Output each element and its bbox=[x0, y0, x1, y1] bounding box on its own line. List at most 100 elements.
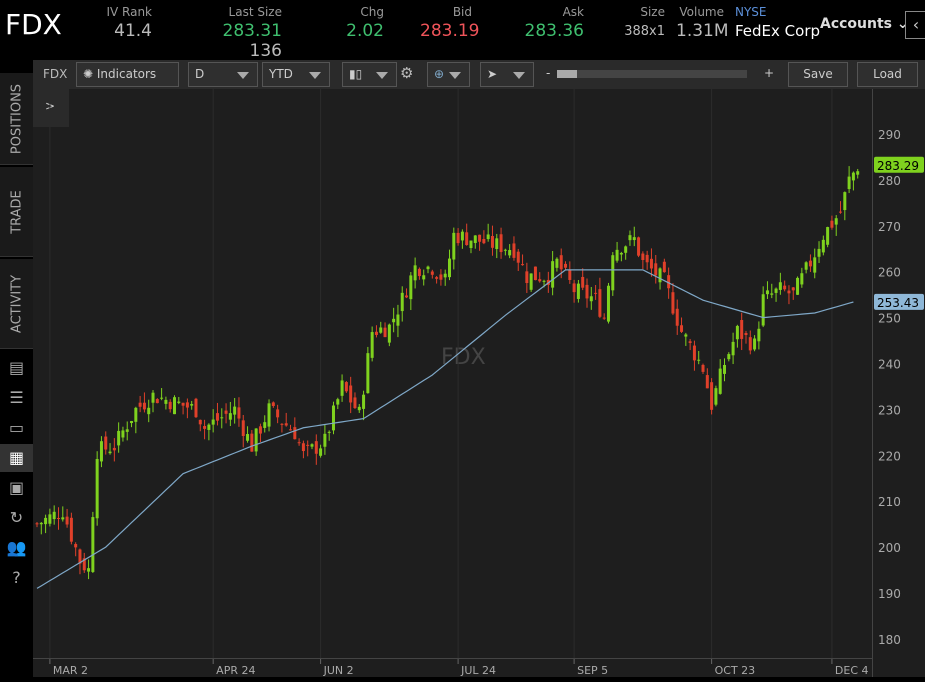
news-icon[interactable]: ▤ bbox=[0, 354, 33, 382]
candle-body bbox=[586, 285, 589, 299]
chart-type-dropdown[interactable]: ▮▯ bbox=[342, 62, 397, 87]
candle-body bbox=[822, 240, 825, 253]
community-icon[interactable]: 👥 bbox=[0, 534, 33, 562]
zoom-slider-handle[interactable] bbox=[557, 70, 577, 78]
candle-body bbox=[508, 250, 511, 255]
candle-body bbox=[766, 290, 769, 294]
price-chart[interactable]: > FDX bbox=[33, 89, 872, 658]
candle-body bbox=[104, 437, 107, 450]
left-sidebar: POSITIONS TRADE ACTIVITY ▤ ☰ ▭ ▦ ▣ ↻ 👥 ? bbox=[0, 70, 33, 677]
candle-body bbox=[482, 239, 485, 243]
candle-body bbox=[616, 250, 619, 261]
candle-body bbox=[809, 261, 812, 267]
x-tick-label: DEC 4 bbox=[835, 664, 869, 677]
tab-activity[interactable]: ACTIVITY bbox=[0, 259, 33, 349]
tv-icon[interactable]: ▭ bbox=[0, 414, 33, 442]
zoom-slider[interactable] bbox=[557, 70, 747, 78]
candle-body bbox=[384, 328, 387, 337]
indicators-button[interactable]: ✺ Indicators bbox=[76, 62, 179, 87]
candle-body bbox=[689, 341, 692, 343]
gear-icon[interactable]: ⚙ bbox=[400, 64, 413, 82]
y-tick-label: 240 bbox=[878, 358, 901, 372]
indicators-icon: ✺ bbox=[83, 67, 93, 81]
list-icon[interactable]: ☰ bbox=[0, 384, 33, 412]
candle-body bbox=[40, 523, 43, 524]
candle-body bbox=[465, 232, 468, 245]
x-tick-label: OCT 23 bbox=[715, 664, 756, 677]
candle-body bbox=[693, 346, 696, 361]
chart-icon[interactable]: ▦ bbox=[0, 444, 33, 472]
crosshair-dropdown[interactable]: ⊕ bbox=[427, 62, 470, 87]
candle-body bbox=[744, 333, 747, 335]
cursor-dropdown[interactable]: ➤ bbox=[480, 62, 534, 87]
candle-body bbox=[431, 271, 434, 274]
candle-body bbox=[843, 192, 846, 210]
grid-icon[interactable]: ▣ bbox=[0, 474, 33, 502]
candle-body bbox=[293, 427, 296, 439]
candle-body bbox=[800, 273, 803, 284]
tab-positions[interactable]: POSITIONS bbox=[0, 73, 33, 165]
crosshair-icon: ⊕ bbox=[434, 67, 444, 81]
y-tick-label: 260 bbox=[878, 266, 901, 280]
candle-body bbox=[633, 237, 636, 240]
zoom-in-button[interactable]: + bbox=[764, 66, 774, 80]
accounts-dropdown[interactable]: Accounts ⌄ bbox=[820, 16, 909, 32]
candle-body bbox=[379, 327, 382, 332]
candle-body bbox=[770, 293, 773, 294]
save-button[interactable]: Save bbox=[788, 62, 848, 87]
size-value: 388x1 bbox=[620, 24, 665, 39]
symbol[interactable]: FDX bbox=[5, 8, 62, 41]
candle-body bbox=[405, 295, 408, 297]
candle-body bbox=[762, 294, 765, 325]
candle-body bbox=[109, 452, 112, 454]
y-tick-label: 230 bbox=[878, 403, 901, 417]
range-dropdown[interactable]: YTD bbox=[262, 62, 330, 87]
candle-body bbox=[323, 434, 326, 447]
candle-body bbox=[706, 375, 709, 388]
candle-body bbox=[143, 403, 146, 410]
collapse-left-icon[interactable]: ‹ bbox=[905, 11, 925, 39]
aggregation-dropdown[interactable]: D bbox=[188, 62, 258, 87]
candle-body bbox=[87, 568, 90, 571]
candle-body bbox=[680, 325, 683, 332]
candle-body bbox=[461, 232, 464, 241]
help-icon[interactable]: ? bbox=[0, 564, 33, 592]
candle-body bbox=[203, 426, 206, 429]
load-button[interactable]: Load bbox=[857, 62, 918, 87]
candle-body bbox=[212, 420, 215, 425]
candle-body bbox=[779, 282, 782, 290]
candle-body bbox=[152, 393, 155, 403]
candle-body bbox=[177, 402, 180, 403]
candle-body bbox=[134, 408, 137, 422]
candle-body bbox=[736, 326, 739, 339]
refresh-icon[interactable]: ↻ bbox=[0, 504, 33, 532]
candle-body bbox=[285, 423, 288, 425]
volume-label: Volume bbox=[676, 5, 724, 19]
candle-body bbox=[783, 286, 786, 290]
candle-body bbox=[839, 212, 842, 213]
chart-toolbar: FDX ✺ Indicators D YTD ▮▯ ⚙ ⊕ ➤ - + Save… bbox=[33, 60, 925, 89]
candle-body bbox=[53, 512, 56, 519]
candle-body bbox=[805, 262, 808, 269]
y-tick-label: 180 bbox=[878, 633, 901, 647]
candle-body bbox=[233, 407, 236, 415]
candle-body bbox=[396, 315, 399, 326]
candle-body bbox=[577, 284, 580, 299]
tab-trade[interactable]: TRADE bbox=[0, 167, 33, 257]
x-tick-label: MAR 2 bbox=[53, 664, 88, 677]
candle-body bbox=[478, 235, 481, 242]
candle-body bbox=[714, 388, 717, 405]
candle-body bbox=[353, 397, 356, 408]
candle-body bbox=[598, 289, 601, 317]
ask-label: Ask bbox=[520, 5, 584, 19]
candle-body bbox=[676, 309, 679, 326]
candle-body bbox=[289, 429, 292, 430]
candle-body bbox=[452, 233, 455, 260]
candle-body bbox=[534, 267, 537, 280]
candle-body bbox=[663, 262, 666, 272]
zoom-out-button[interactable]: - bbox=[546, 66, 550, 80]
candle-body bbox=[349, 385, 352, 402]
indicators-label: Indicators bbox=[97, 67, 156, 81]
x-tick-label: JUL 24 bbox=[460, 664, 496, 677]
candle-body bbox=[491, 236, 494, 248]
